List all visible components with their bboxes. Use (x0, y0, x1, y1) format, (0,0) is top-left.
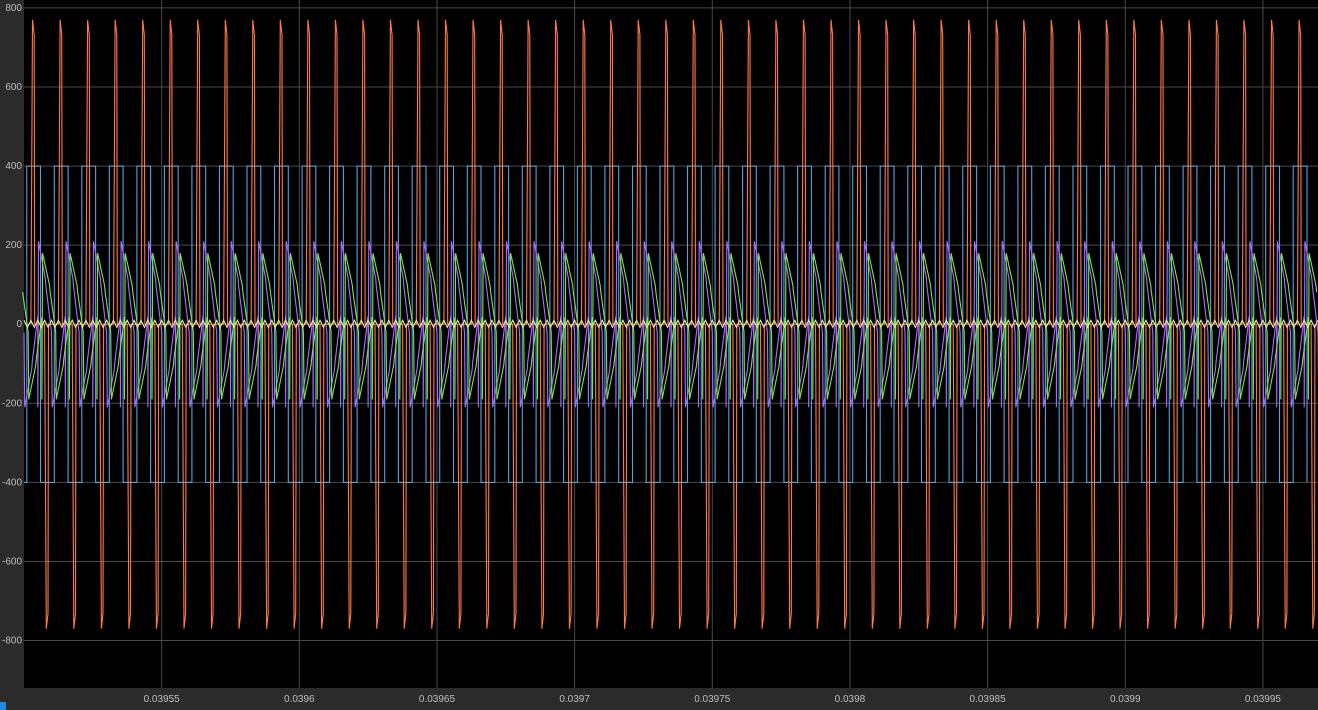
y-tick-label: 400 (5, 161, 22, 172)
y-tick-label: -400 (2, 477, 22, 488)
x-tick-label: 0.0396 (284, 694, 315, 705)
x-tick-label: 0.03975 (694, 694, 731, 705)
x-tick-label: 0.03955 (144, 694, 181, 705)
y-tick-label: 200 (5, 240, 22, 251)
x-tick-label: 0.03985 (970, 694, 1007, 705)
scope-plot[interactable]: 8006004002000-200-400-600-800 0.03955 0.0… (0, 0, 1318, 710)
y-tick-label: -200 (2, 398, 22, 409)
x-tick-label: 0.0398 (835, 694, 866, 705)
y-tick-label: 800 (5, 3, 22, 14)
x-tick-labels: 0.03955 0.0396 0.03965 0.0397 0.03975 0.0398 0… (144, 694, 1282, 705)
y-tick-label: 0 (16, 319, 22, 330)
x-tick-label: 0.03995 (1245, 694, 1282, 705)
x-tick-label: 0.03965 (419, 694, 456, 705)
y-tick-label: -800 (2, 636, 22, 647)
resize-corner-indicator (0, 702, 6, 710)
y-tick-label: -600 (2, 556, 22, 567)
x-tick-label: 0.0399 (1110, 694, 1141, 705)
y-tick-label: 600 (5, 82, 22, 93)
x-tick-label: 0.0397 (559, 694, 590, 705)
